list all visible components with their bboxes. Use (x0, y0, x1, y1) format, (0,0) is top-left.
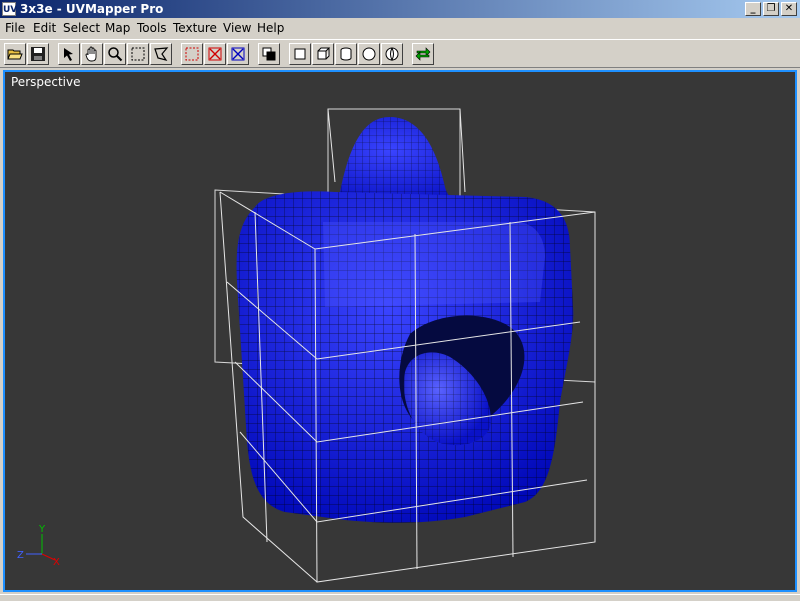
marquee-select-button[interactable] (127, 43, 149, 65)
invert-selection-icon (231, 47, 245, 61)
axis-z-label: Z (17, 550, 24, 561)
mesh-object[interactable] (236, 117, 574, 523)
restore-button[interactable]: ❐ (763, 2, 779, 16)
perspective-viewport[interactable]: Perspective Y X Z (3, 70, 797, 592)
copy-button[interactable] (258, 43, 280, 65)
close-icon: ✕ (784, 3, 794, 14)
folder-open-icon (7, 49, 23, 60)
swap-button[interactable] (412, 43, 434, 65)
arrow-icon (64, 48, 73, 61)
axis-x-label: X (53, 557, 60, 568)
window-title: 3x3e - UVMapper Pro (20, 2, 164, 16)
hand-icon (85, 46, 97, 62)
toolbar (0, 39, 800, 68)
marquee-icon (131, 47, 145, 61)
swap-icon (415, 47, 431, 61)
map-cylindrical-button[interactable] (335, 43, 357, 65)
menu-edit[interactable]: Edit (33, 20, 56, 36)
menu-tools[interactable]: Tools (137, 20, 167, 36)
menu-select[interactable]: Select (63, 20, 100, 36)
menu-bar: File Edit Select Map Tools Texture View … (0, 18, 800, 37)
lasso-icon (154, 47, 169, 61)
box-map-icon (317, 47, 331, 60)
zoom-button[interactable] (104, 43, 126, 65)
map-spherical-button[interactable] (358, 43, 380, 65)
copy-icon (262, 47, 276, 61)
open-button[interactable] (4, 43, 26, 65)
restore-icon: ❐ (766, 3, 776, 14)
map-polar-button[interactable] (381, 43, 403, 65)
menu-view[interactable]: View (223, 20, 251, 36)
pan-button[interactable] (81, 43, 103, 65)
minimize-button[interactable]: _ (745, 2, 761, 16)
menu-help[interactable]: Help (257, 20, 284, 36)
map-box-button[interactable] (312, 43, 334, 65)
invert-selection-button[interactable] (227, 43, 249, 65)
deselect-button[interactable] (204, 43, 226, 65)
lasso-select-button[interactable] (150, 43, 172, 65)
save-button[interactable] (27, 43, 49, 65)
magnifier-icon (108, 47, 123, 62)
save-icon (31, 47, 45, 61)
title-bar: UV 3x3e - UVMapper Pro _ ❐ ✕ (0, 0, 800, 18)
cylinder-map-icon (340, 47, 352, 61)
polar-map-icon (385, 47, 399, 62)
menu-map[interactable]: Map (105, 20, 130, 36)
minimize-icon: _ (750, 3, 756, 14)
close-button[interactable]: ✕ (781, 2, 797, 16)
axis-gizmo: Y X Z (17, 524, 60, 568)
app-icon: UV (2, 2, 17, 16)
select-none-icon (185, 47, 199, 61)
sphere-map-icon (362, 47, 376, 61)
scene-canvas[interactable]: Y X Z (5, 72, 795, 590)
planar-map-icon (294, 48, 306, 60)
menu-texture[interactable]: Texture (173, 20, 217, 36)
axis-y-label: Y (38, 524, 46, 535)
deselect-icon (208, 47, 222, 61)
select-none-button[interactable] (181, 43, 203, 65)
map-planar-button[interactable] (289, 43, 311, 65)
select-arrow-button[interactable] (58, 43, 80, 65)
menu-file[interactable]: File (5, 20, 25, 36)
